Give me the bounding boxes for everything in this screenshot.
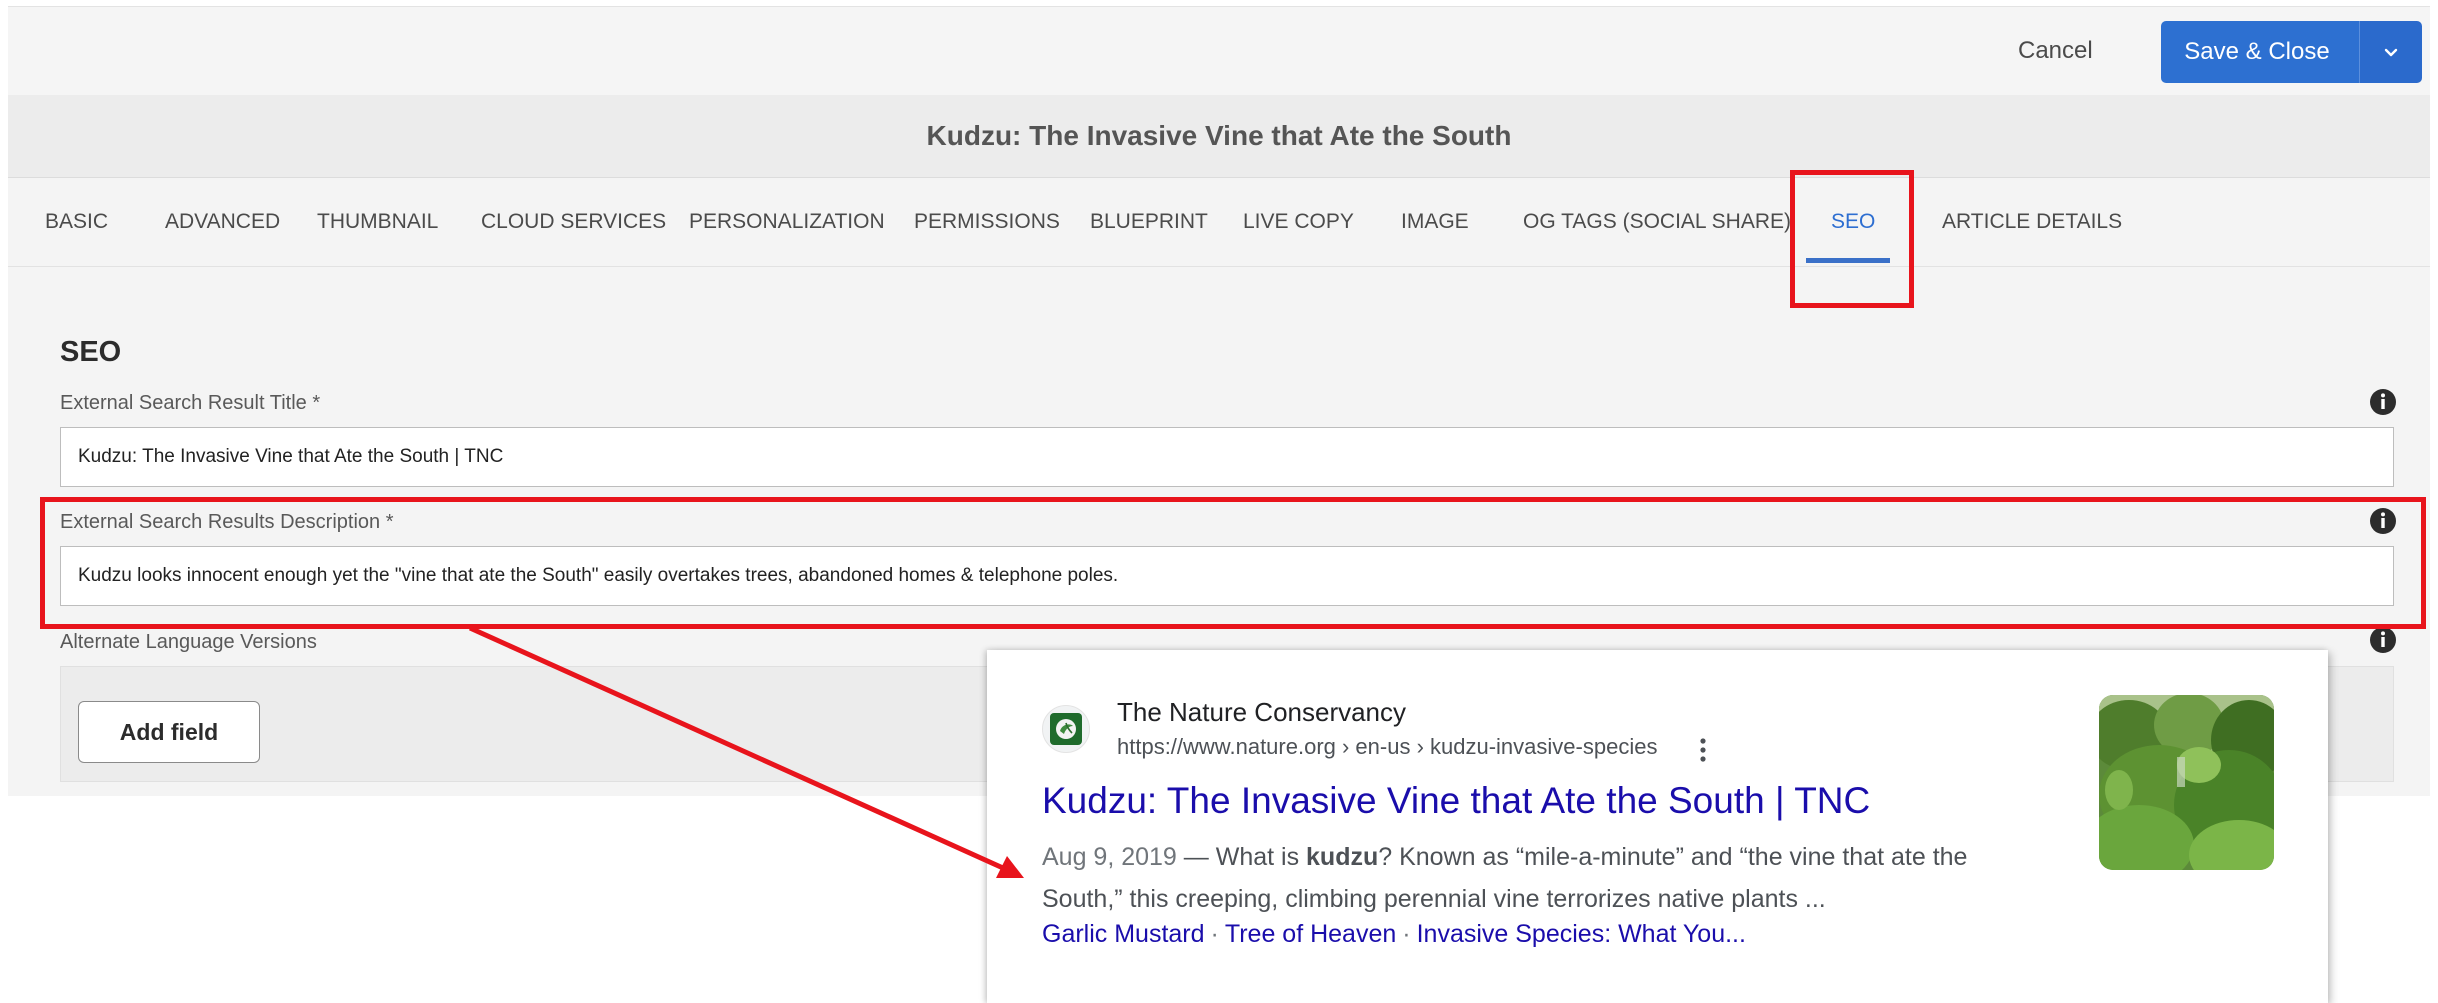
sitelink-separator: · [1402,920,1411,948]
result-sitelinks: Garlic Mustard · Tree of Heaven · Invasive S… [1042,920,1746,949]
info-icon[interactable] [2369,626,2397,654]
add-field-button[interactable]: Add field [78,701,260,763]
search-result-preview: The Nature Conservancy https://www.natur… [987,650,2328,1003]
result-date: Aug 9, 2019 [1042,843,1177,871]
description-highlight [40,497,2426,629]
tab-bar: BASIC ADVANCED THUMBNAIL CLOUD SERVICES … [8,178,2430,267]
tab-live-copy[interactable]: LIVE COPY [1243,178,1354,266]
info-icon[interactable] [2369,388,2397,416]
favicon-icon [1042,705,1090,753]
tab-permissions[interactable]: PERMISSIONS [914,178,1060,266]
tab-personalization[interactable]: PERSONALIZATION [689,178,885,266]
tab-basic[interactable]: BASIC [45,178,108,266]
seo-tab-highlight [1790,170,1914,308]
tab-image[interactable]: IMAGE [1401,178,1469,266]
result-title-link[interactable]: Kudzu: The Invasive Vine that Ate the So… [1042,780,1870,822]
title-bar: Kudzu: The Invasive Vine that Ate the So… [8,95,2430,178]
tab-thumbnail[interactable]: THUMBNAIL [317,178,438,266]
save-options-button[interactable] [2359,21,2422,83]
snippet-text: — What is [1176,843,1307,871]
save-button-group: Save & Close [2161,21,2422,83]
page-title: Kudzu: The Invasive Vine that Ate the So… [926,120,1512,151]
sitelink-separator: · [1210,920,1219,948]
search-title-field[interactable]: Kudzu: The Invasive Vine that Ate the So… [60,427,2394,487]
sitelink-invasive-species[interactable]: Invasive Species: What You... [1417,920,1746,948]
tab-article-details[interactable]: ARTICLE DETAILS [1942,178,2122,266]
result-snippet: Aug 9, 2019 — What is kudzu? Known as “m… [1042,836,2022,920]
save-close-button[interactable]: Save & Close [2161,21,2359,83]
result-site-name: The Nature Conservancy [1117,697,1407,727]
sitelink-tree-of-heaven[interactable]: Tree of Heaven [1225,920,1396,948]
toolbar: Cancel Save & Close [8,6,2430,96]
sitelink-garlic-mustard[interactable]: Garlic Mustard [1042,920,1205,948]
snippet-keyword: kudzu [1306,843,1379,871]
search-title-label: External Search Result Title * [60,392,321,414]
tab-blueprint[interactable]: BLUEPRINT [1090,178,1208,266]
result-thumbnail-image [2099,695,2274,870]
tab-cloud-services[interactable]: CLOUD SERVICES [481,178,666,266]
section-title: SEO [60,336,122,368]
result-url[interactable]: https://www.nature.org › en-us › kudzu-i… [1117,734,1657,760]
tab-og-tags[interactable]: OG TAGS (SOCIAL SHARE) [1523,178,1791,266]
cancel-button[interactable]: Cancel [2018,37,2093,65]
alternate-language-label: Alternate Language Versions [60,631,317,653]
chevron-down-icon [2384,48,2398,57]
more-vert-icon[interactable] [1698,736,1708,766]
tab-advanced[interactable]: ADVANCED [165,178,280,266]
